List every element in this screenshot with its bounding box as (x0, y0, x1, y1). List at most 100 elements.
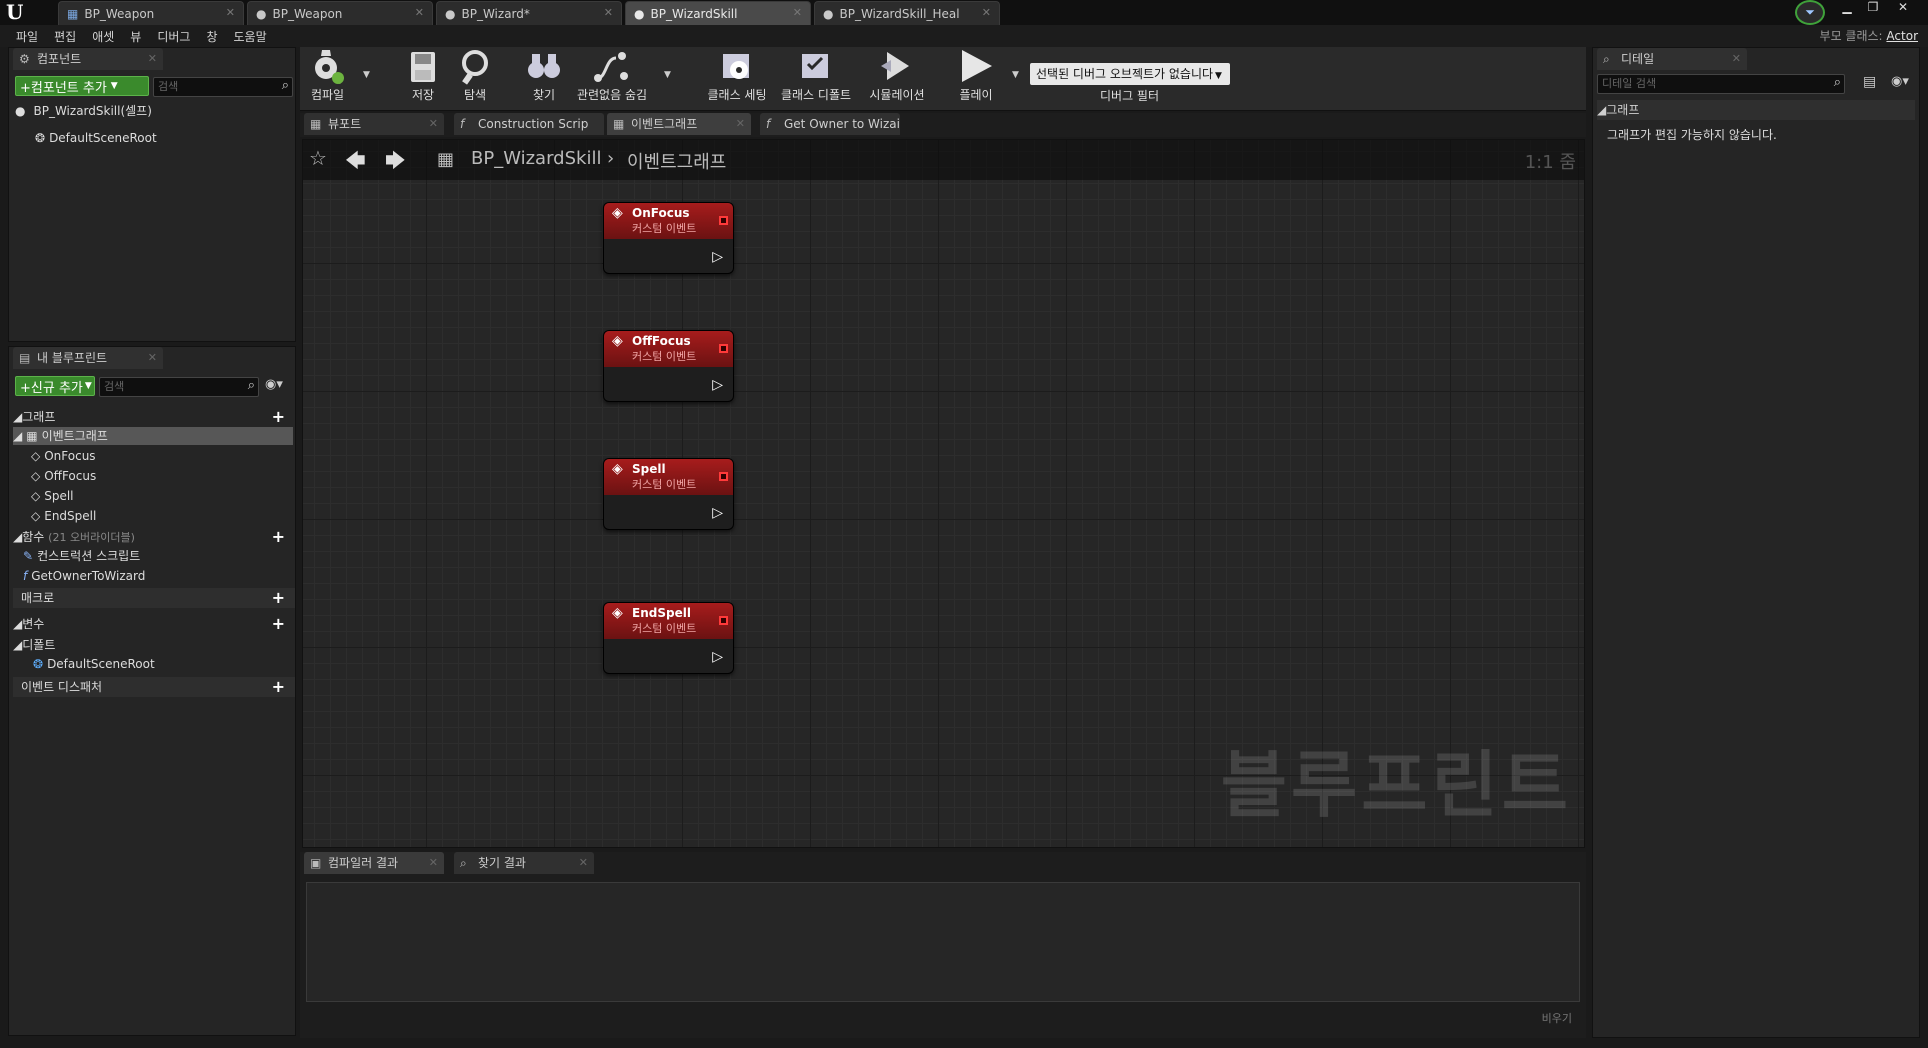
component-root[interactable]: ● BP_WizardSkill(셀프) (15, 102, 152, 120)
close-icon[interactable]: ✕ (793, 6, 802, 19)
close-icon[interactable]: ✕ (148, 48, 157, 70)
play-options-chevron-icon[interactable]: ▼ (1012, 70, 1019, 80)
delegate-pin[interactable] (719, 472, 728, 481)
compile-button[interactable]: 컴파일 (305, 48, 350, 108)
tab-viewport[interactable]: ▦ 뷰포트 ✕ (304, 113, 444, 135)
save-button[interactable]: 저장 (400, 48, 446, 108)
forward-arrow-icon[interactable]: 🡆 (385, 146, 406, 180)
custom-event-node[interactable]: ◈ OnFocus 커스텀 이벤트 ▷ (603, 202, 734, 274)
variable-item[interactable]: ❂ DefaultSceneRoot (33, 655, 155, 673)
add-function-plus-icon[interactable]: + (272, 527, 285, 547)
search-icon: ⌕ (247, 378, 255, 393)
hide-unrelated-button[interactable]: 관련없음 숨김 (576, 48, 648, 108)
close-window-icon[interactable]: ✕ (1892, 0, 1914, 14)
close-icon[interactable]: ✕ (429, 113, 438, 135)
category-macros[interactable]: 매크로 + (13, 588, 295, 608)
event-item[interactable]: ◇ OnFocus (31, 447, 96, 465)
compile-options-chevron-icon[interactable]: ▼ (363, 70, 370, 80)
exec-out-pin-icon[interactable]: ▷ (712, 649, 723, 665)
delegate-pin[interactable] (719, 616, 728, 625)
exec-out-pin-icon[interactable]: ▷ (712, 377, 723, 393)
tab-construction-script[interactable]: f Construction Scrip (454, 113, 604, 135)
add-macro-plus-icon[interactable]: + (272, 588, 285, 608)
close-icon[interactable]: ✕ (736, 113, 745, 135)
components-search-input[interactable]: 검색 ⌕ (153, 77, 293, 97)
clear-button[interactable]: 비우기 (1542, 1010, 1572, 1026)
details-tab[interactable]: ⌕ 디테일 ✕ (1597, 48, 1747, 70)
close-icon[interactable]: ✕ (604, 6, 613, 19)
components-tab[interactable]: ⚙ 컴포넌트 ✕ (13, 48, 163, 70)
menu-debug[interactable]: 디버그 (157, 28, 190, 45)
delegate-pin[interactable] (719, 344, 728, 353)
custom-event-node[interactable]: ◈ EndSpell 커스텀 이벤트 ▷ (603, 602, 734, 674)
custom-event-node[interactable]: ◈ OffFocus 커스텀 이벤트 ▷ (603, 330, 734, 402)
event-item[interactable]: ◇ Spell (31, 487, 74, 505)
tab-find-results[interactable]: ⌕ 찾기 결과 ✕ (454, 852, 594, 874)
tab-get-owner-to-wizard[interactable]: f Get Owner to Wizai (760, 113, 900, 135)
menu-window[interactable]: 창 (206, 28, 217, 45)
add-graph-plus-icon[interactable]: + (272, 407, 285, 427)
menu-view[interactable]: 뷰 (130, 28, 141, 45)
find-button[interactable]: 찾기 (520, 48, 568, 108)
exec-out-pin-icon[interactable]: ▷ (712, 249, 723, 265)
doc-tab-bp-wizard[interactable]: ● BP_Wizard* ✕ (436, 1, 622, 25)
tab-event-graph[interactable]: ▦ 이벤트그래프 ✕ (607, 113, 751, 135)
event-item[interactable]: ◇ EndSpell (31, 507, 96, 525)
category-functions[interactable]: ◢함수 (21 오버라이더블) + (13, 527, 295, 547)
my-blueprint-tab[interactable]: ▤ 내 블루프린트 ✕ (13, 347, 163, 369)
menu-asset[interactable]: 애셋 (92, 28, 114, 45)
class-settings-button[interactable]: 클래스 세팅 (704, 48, 770, 108)
tab-compiler-results[interactable]: ▣ 컴파일러 결과 ✕ (304, 852, 444, 874)
my-blueprint-search-input[interactable]: 검색 ⌕ (99, 377, 259, 397)
close-icon[interactable]: ✕ (579, 852, 588, 874)
menu-help[interactable]: 도움말 (234, 28, 267, 45)
doc-tab-bp-weapon-2[interactable]: ● BP_Weapon ✕ (247, 1, 433, 25)
close-icon[interactable]: ✕ (226, 6, 235, 19)
details-section-graph[interactable]: ◢그래프 (1597, 100, 1915, 120)
doc-tab-bp-wizardskill-heal[interactable]: ● BP_WizardSkill_Heal ✕ (814, 1, 1000, 25)
menu-file[interactable]: 파일 (16, 28, 38, 45)
custom-event-node[interactable]: ◈ Spell 커스텀 이벤트 ▷ (603, 458, 734, 530)
parent-class-link[interactable]: Actor (1886, 29, 1918, 43)
category-graphs[interactable]: ◢그래프 + (13, 407, 295, 427)
doc-tab-bp-weapon-1[interactable]: ▦ BP_Weapon ✕ (58, 1, 244, 25)
event-graph-item[interactable]: ◢ ▦ 이벤트그래프 (13, 427, 293, 445)
close-icon[interactable]: ✕ (415, 6, 424, 19)
component-default-scene-root[interactable]: ❂ DefaultSceneRoot (35, 129, 157, 147)
details-search-input[interactable]: 디테일 검색 ⌕ (1597, 74, 1845, 94)
doc-tab-bp-wizardskill[interactable]: ● BP_WizardSkill ✕ (625, 1, 811, 25)
exec-out-pin-icon[interactable]: ▷ (712, 505, 723, 521)
back-arrow-icon[interactable]: 🡄 (345, 146, 366, 180)
event-item[interactable]: ◇ OffFocus (31, 467, 96, 485)
function-item[interactable]: ✎ 컨스트럭션 스크립트 (23, 547, 140, 565)
add-component-button[interactable]: +컴포넌트 추가 ▼ (15, 76, 149, 96)
view-options-icon[interactable]: ◉▾ (265, 377, 283, 392)
browse-button[interactable]: 탐색 (452, 48, 498, 108)
category-event-dispatchers[interactable]: 이벤트 디스패처 + (13, 677, 295, 697)
function-item[interactable]: f GetOwnerToWizard (23, 567, 145, 585)
breadcrumb-blueprint[interactable]: BP_WizardSkill (471, 148, 601, 169)
add-dispatcher-plus-icon[interactable]: + (272, 677, 285, 697)
maximize-icon[interactable]: ❐ (1862, 0, 1884, 14)
delegate-pin[interactable] (719, 216, 728, 225)
minimize-icon[interactable]: ▁ (1836, 0, 1858, 14)
close-icon[interactable]: ✕ (1732, 48, 1741, 70)
category-defaults[interactable]: ◢디폴트 (13, 635, 295, 655)
event-graph-canvas[interactable]: ☆ 🡄 🡆 ▦ BP_WizardSkill › 이벤트그래프 1:1 줌 ◈ O… (302, 139, 1585, 848)
view-options-icon[interactable]: ◉▾ (1891, 74, 1909, 89)
close-icon[interactable]: ✕ (429, 852, 438, 874)
simulation-button[interactable]: 시뮬레이션 (864, 48, 930, 108)
debug-object-select[interactable]: 선택된 디버그 오브젝트가 없습니다 ▼ (1030, 63, 1230, 85)
class-defaults-button[interactable]: 클래스 디폴트 (780, 48, 852, 108)
star-icon[interactable]: ☆ (309, 146, 327, 170)
hide-unrelated-options-chevron-icon[interactable]: ▼ (664, 70, 671, 80)
add-variable-plus-icon[interactable]: + (272, 614, 285, 634)
property-matrix-icon[interactable]: ▤ (1863, 74, 1876, 90)
category-variables[interactable]: ◢변수 + (13, 614, 295, 634)
play-button[interactable]: 플레이 (944, 48, 1008, 108)
menu-edit[interactable]: 편집 (54, 28, 76, 45)
add-new-button[interactable]: +신규 추가 ▼ (15, 376, 95, 396)
close-icon[interactable]: ✕ (982, 6, 991, 19)
source-control-icon[interactable]: ⏷ (1795, 0, 1825, 25)
close-icon[interactable]: ✕ (148, 347, 157, 369)
